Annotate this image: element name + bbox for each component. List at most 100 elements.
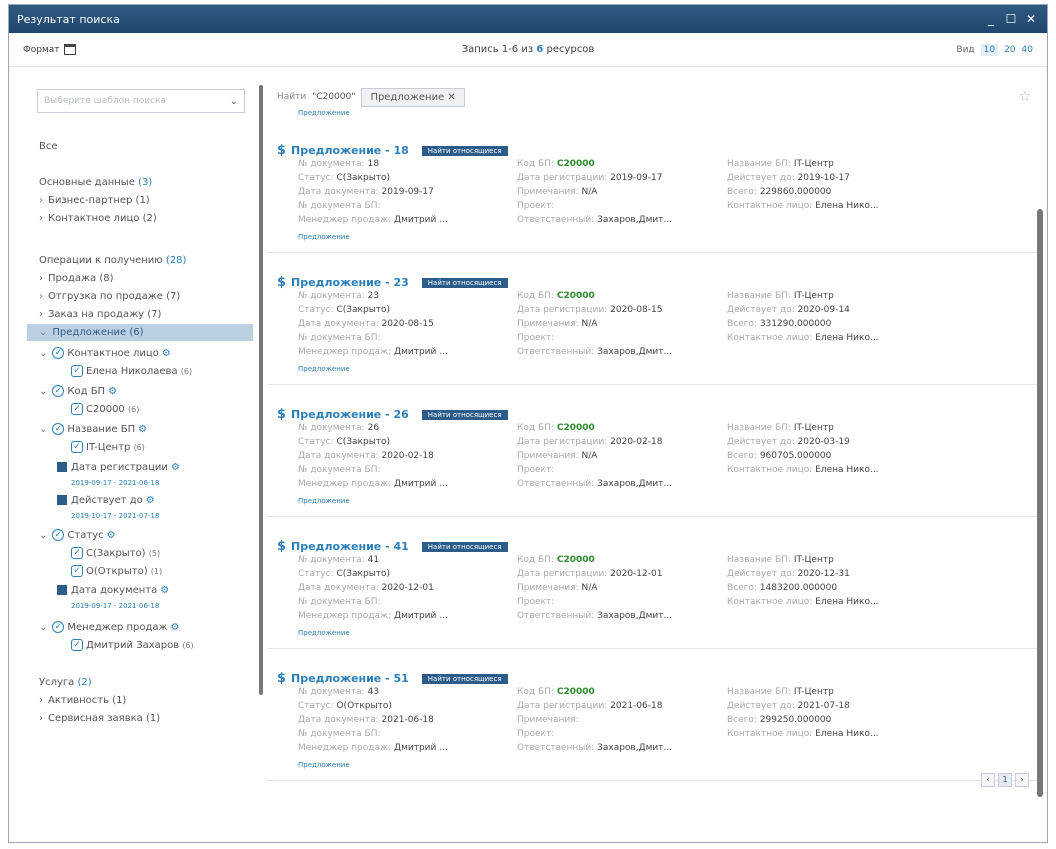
facet-offer-selected[interactable]: ⌄ Предложение (6) xyxy=(27,324,253,341)
facet-count: (8) xyxy=(99,273,114,284)
field-label: Менеджер продаж: xyxy=(298,611,392,621)
filter-valid[interactable]: Действует до ⚙ xyxy=(57,495,155,506)
field-label: Статус: xyxy=(298,569,334,579)
field-label: Менеджер продаж: xyxy=(298,479,392,489)
facet-order-label: Заказ на продажу xyxy=(48,309,145,320)
filter-docdate[interactable]: Дата документа ⚙ xyxy=(57,585,169,596)
chevron-down-icon: ⌄ xyxy=(39,424,48,435)
facet-activity[interactable]: › Активность (1) xyxy=(39,695,126,706)
calendar-icon xyxy=(57,495,67,505)
settings-icon[interactable]: ⚙ xyxy=(138,424,147,435)
facet-count: (2) xyxy=(77,677,92,688)
field-status: O(Открыто) xyxy=(336,701,392,711)
checkbox-checked-icon[interactable]: ✓ xyxy=(52,621,65,633)
filter-regdate[interactable]: Дата регистрации ⚙ xyxy=(57,462,180,473)
result-title-link[interactable]: Предложение - 51 xyxy=(291,672,409,685)
checkbox-checked-icon[interactable]: ✓ xyxy=(71,547,83,559)
filter-manager[interactable]: ⌄ ✓ Менеджер продаж ⚙ xyxy=(39,621,180,633)
format-button[interactable]: Формат xyxy=(23,44,76,55)
facet-ship[interactable]: › Отгрузка по продаже (7) xyxy=(39,291,180,302)
checkbox-checked-icon[interactable]: ✓ xyxy=(52,347,65,359)
settings-icon[interactable]: ⚙ xyxy=(107,530,116,541)
current-page[interactable]: 1 xyxy=(998,773,1012,787)
find-related-button[interactable]: Найти относящиеся xyxy=(421,145,508,156)
settings-icon[interactable]: ⚙ xyxy=(108,386,117,397)
field-label: № документа БП: xyxy=(298,465,381,475)
filter-label: Дата регистрации xyxy=(71,462,168,473)
find-related-button[interactable]: Найти относящиеся xyxy=(421,673,508,684)
filter-contact-value[interactable]: ✓ Елена Николаева (6) xyxy=(71,365,192,377)
settings-icon[interactable]: ⚙ xyxy=(146,495,155,506)
find-related-button[interactable]: Найти относящиеся xyxy=(421,277,508,288)
field-label: Название БП: xyxy=(727,423,791,433)
result-title-link[interactable]: Предложение - 23 xyxy=(291,276,409,289)
checkbox-checked-icon[interactable]: ✓ xyxy=(52,385,65,397)
field-contact: Елена Нико... xyxy=(815,729,879,739)
checkbox-checked-icon[interactable]: ✓ xyxy=(71,403,83,415)
facet-bp[interactable]: › Бизнес-партнер (1) xyxy=(39,195,150,206)
facet-contact[interactable]: › Контактное лицо (2) xyxy=(39,213,157,224)
filter-contact[interactable]: ⌄ ✓ Контактное лицо ⚙ xyxy=(39,347,171,359)
checkbox-checked-icon[interactable]: ✓ xyxy=(71,565,83,577)
filter-manager-value[interactable]: ✓ Дмитрий Захаров (6) xyxy=(71,639,194,651)
view-option-40[interactable]: 40 xyxy=(1022,45,1033,55)
facet-all-label: Все xyxy=(39,141,58,152)
minimize-button[interactable]: _ xyxy=(983,11,999,27)
prev-page-button[interactable]: ‹ xyxy=(981,773,995,787)
close-button[interactable]: ✕ xyxy=(1023,11,1039,27)
settings-icon[interactable]: ⚙ xyxy=(171,622,180,633)
chevron-down-icon: ⌄ xyxy=(39,530,48,541)
facet-order[interactable]: › Заказ на продажу (7) xyxy=(39,309,161,320)
result-title-link[interactable]: Предложение - 41 xyxy=(291,540,409,553)
field-label: Дата регистрации: xyxy=(517,701,608,711)
checkbox-checked-icon[interactable]: ✓ xyxy=(52,529,65,541)
chevron-right-icon: › xyxy=(39,195,43,206)
filter-name-value[interactable]: ✓ IT-Центр (6) xyxy=(71,441,145,453)
facet-basic[interactable]: Основные данные (3) xyxy=(39,177,152,188)
find-related-button[interactable]: Найти относящиеся xyxy=(421,541,508,552)
field-label: Действует до: xyxy=(727,437,795,447)
facet-service[interactable]: Услуга (2) xyxy=(39,677,92,688)
filter-name[interactable]: ⌄ ✓ Название БП ⚙ xyxy=(39,423,147,435)
view-option-10[interactable]: 10 xyxy=(980,43,999,56)
facet-ops[interactable]: Операции к получению (28) xyxy=(39,255,186,266)
checkbox-checked-icon[interactable]: ✓ xyxy=(71,639,83,651)
window-title: Результат поиска xyxy=(17,12,120,26)
chevron-right-icon: › xyxy=(39,309,43,320)
favorite-star-icon[interactable]: ☆ xyxy=(1018,89,1031,105)
find-related-button[interactable]: Найти относящиеся xyxy=(421,409,508,420)
filter-status-value-closed[interactable]: ✓ C(Закрыто) (5) xyxy=(71,547,160,559)
field-status: C(Закрыто) xyxy=(336,173,391,183)
field-total: 960705.000000 xyxy=(759,451,832,461)
search-query: "C20000" xyxy=(312,92,356,102)
filter-code-value[interactable]: ✓ C20000 (6) xyxy=(71,403,139,415)
pagination: ‹ 1 › xyxy=(981,773,1029,787)
left-panel-scrollbar[interactable] xyxy=(259,85,263,695)
records-suffix: ресурсов xyxy=(546,44,595,55)
view-option-20[interactable]: 20 xyxy=(1004,45,1015,55)
result-title-link[interactable]: Предложение - 18 xyxy=(291,144,409,157)
filter-status-value-open[interactable]: ✓ O(Открыто) (1) xyxy=(71,565,162,577)
field-label: № документа: xyxy=(298,423,365,433)
result-title-link[interactable]: Предложение - 26 xyxy=(291,408,409,421)
next-page-button[interactable]: › xyxy=(1015,773,1029,787)
settings-icon[interactable]: ⚙ xyxy=(160,585,169,596)
search-template-select[interactable]: Выберите шаблон поиска ⌄ xyxy=(37,89,245,113)
checkbox-checked-icon[interactable]: ✓ xyxy=(71,441,83,453)
field-label: Действует до: xyxy=(727,701,795,711)
checkbox-checked-icon[interactable]: ✓ xyxy=(52,423,65,435)
results-scrollbar[interactable] xyxy=(1037,209,1043,797)
settings-icon[interactable]: ⚙ xyxy=(171,462,180,473)
checkbox-checked-icon[interactable]: ✓ xyxy=(71,365,83,377)
facet-sale[interactable]: › Продажа (8) xyxy=(39,273,114,284)
settings-icon[interactable]: ⚙ xyxy=(162,348,171,359)
maximize-button[interactable]: ☐ xyxy=(1003,11,1019,27)
field-valid-until: 2020-03-19 xyxy=(797,437,850,447)
filter-chip-offer[interactable]: Предложение ✕ xyxy=(361,87,465,107)
facet-service-request[interactable]: › Сервисная заявка (1) xyxy=(39,713,160,724)
field-bpname: IT-Центр xyxy=(793,555,834,565)
filter-status[interactable]: ⌄ ✓ Статус ⚙ xyxy=(39,529,116,541)
field-label: Проект: xyxy=(517,465,555,475)
filter-code[interactable]: ⌄ ✓ Код БП ⚙ xyxy=(39,385,117,397)
facet-all[interactable]: Все xyxy=(39,141,58,152)
